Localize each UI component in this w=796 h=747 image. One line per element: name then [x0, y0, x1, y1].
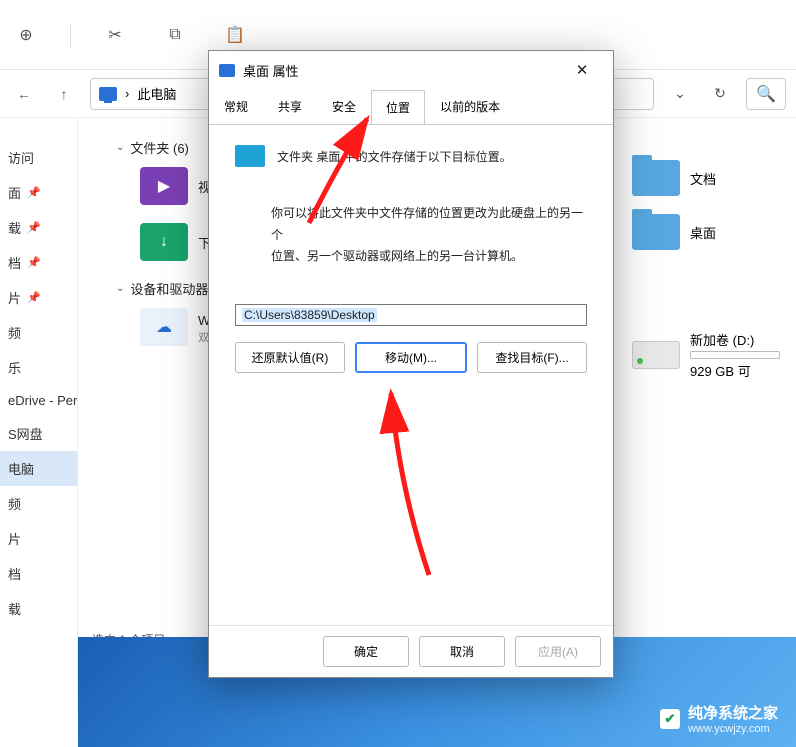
ok-button[interactable]: 确定	[323, 636, 409, 667]
sidebar-item[interactable]: 面 📌	[0, 175, 77, 210]
paste-icon[interactable]: 📋	[219, 19, 251, 51]
disk-usage-bar	[690, 351, 780, 359]
entry-documents[interactable]: 文档	[632, 160, 792, 196]
location-desc-line1: 你可以将此文件夹中文件存储的位置更改为此硬盘上的另一个	[271, 203, 587, 246]
sidebar-item[interactable]: 片	[0, 521, 77, 556]
branding: ✔ 纯净系统之家 www.ycwjzy.com	[660, 702, 778, 735]
dialog-tabs: 常规共享安全位置以前的版本	[209, 89, 613, 124]
folder-icon	[632, 214, 680, 250]
sidebar-item[interactable]: 访问	[0, 140, 77, 175]
explorer-right-column: 文档 桌面 新加卷 (D:) 929 GB 可	[632, 160, 792, 380]
entry-drive-d[interactable]: 新加卷 (D:) 929 GB 可	[632, 330, 792, 380]
back-button[interactable]: ←	[10, 80, 38, 108]
pin-icon: 📌	[27, 291, 41, 304]
brand-logo-icon: ✔	[660, 709, 680, 729]
cut-icon[interactable]: ✂	[99, 19, 131, 51]
restore-default-button[interactable]: 还原默认值(R)	[235, 342, 345, 373]
tab-安全[interactable]: 安全	[317, 89, 371, 124]
tab-以前的版本[interactable]: 以前的版本	[425, 89, 515, 124]
tab-共享[interactable]: 共享	[263, 89, 317, 124]
pin-icon: 📌	[27, 221, 41, 234]
properties-dialog: 桌面 属性 ✕ 常规共享安全位置以前的版本 文件夹 桌面 中的文件存储于以下目标…	[208, 50, 614, 678]
find-target-button[interactable]: 查找目标(F)...	[477, 342, 587, 373]
new-button[interactable]: ⊕	[10, 19, 42, 51]
location-desc-line2: 位置、另一个驱动器或网络上的另一台计算机。	[271, 246, 587, 268]
pin-icon: 📌	[27, 186, 41, 199]
tab-panel-location: 文件夹 桌面 中的文件存储于以下目标位置。 你可以将此文件夹中文件存储的位置更改…	[209, 124, 613, 625]
dialog-titlebar[interactable]: 桌面 属性 ✕	[209, 51, 613, 89]
move-button[interactable]: 移动(M)...	[355, 342, 467, 373]
apply-button[interactable]: 应用(A)	[515, 636, 601, 667]
address-text: 此电脑	[137, 84, 176, 103]
sidebar-item[interactable]: 档 📌	[0, 245, 77, 280]
sidebar-item[interactable]: eDrive - Pers	[0, 385, 77, 416]
search-box[interactable]: 🔍	[746, 78, 786, 110]
close-button[interactable]: ✕	[561, 55, 603, 85]
desktop-folder-icon	[235, 145, 265, 167]
chevron-down-icon: ⌄	[116, 283, 124, 294]
videos-folder-icon: ▶	[140, 167, 188, 205]
address-dropdown[interactable]: ⌄	[666, 80, 694, 108]
dialog-footer: 确定 取消 应用(A)	[209, 625, 613, 677]
sidebar-item[interactable]: 乐	[0, 350, 77, 385]
refresh-button[interactable]: ↻	[706, 80, 734, 108]
sidebar-item[interactable]: S网盘	[0, 416, 77, 451]
up-button[interactable]: ↑	[50, 80, 78, 108]
chevron-down-icon: ⌄	[116, 142, 124, 153]
sidebar-item[interactable]: 电脑	[0, 451, 77, 486]
path-input[interactable]: C:\Users\83859\Desktop	[235, 304, 587, 326]
sidebar-item[interactable]: 档	[0, 556, 77, 591]
copy-icon[interactable]: ⧉	[159, 19, 191, 51]
pin-icon: 📌	[27, 256, 41, 269]
annotation-arrow-to-move	[339, 385, 459, 585]
location-header-text: 文件夹 桌面 中的文件存储于以下目标位置。	[277, 148, 512, 165]
disk-icon	[632, 341, 680, 369]
sidebar-item[interactable]: 载 📌	[0, 210, 77, 245]
downloads-folder-icon: ↓	[140, 223, 188, 261]
folder-icon	[632, 160, 680, 196]
dialog-title: 桌面 属性	[243, 61, 299, 80]
entry-desktop[interactable]: 桌面	[632, 214, 792, 250]
folders-group-label: 文件夹 (6)	[130, 138, 189, 157]
drives-group-label: 设备和驱动器	[130, 279, 208, 298]
sidebar-item[interactable]: 频	[0, 486, 77, 521]
pc-icon	[99, 87, 117, 101]
desktop-icon	[219, 64, 235, 77]
sidebar-item[interactable]: 片 📌	[0, 280, 77, 315]
cancel-button[interactable]: 取消	[419, 636, 505, 667]
sidebar-item[interactable]: 频	[0, 315, 77, 350]
tab-常规[interactable]: 常规	[209, 89, 263, 124]
cloud-icon: ☁	[140, 308, 188, 346]
path-value: C:\Users\83859\Desktop	[242, 308, 377, 322]
tab-位置[interactable]: 位置	[371, 90, 425, 125]
